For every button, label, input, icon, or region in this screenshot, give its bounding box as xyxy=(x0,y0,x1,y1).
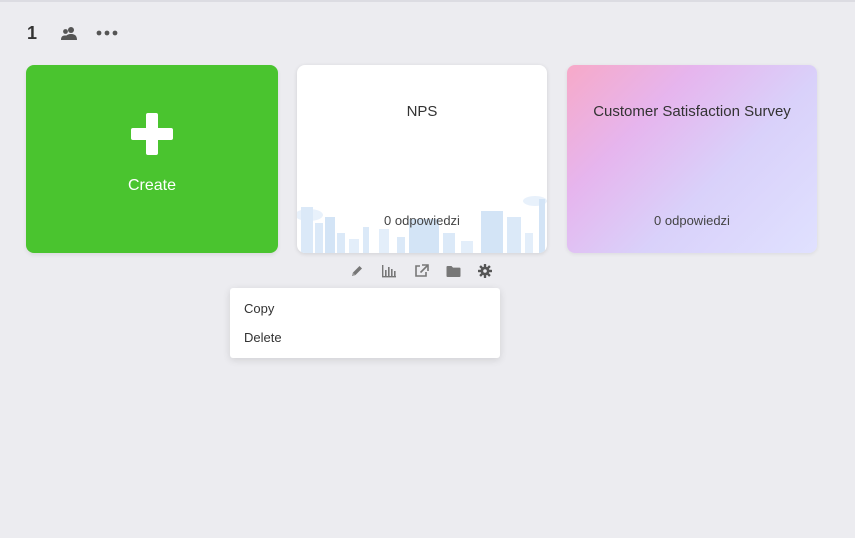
folder-icon[interactable] xyxy=(441,261,465,281)
survey-card-customer-satisfaction[interactable]: Customer Satisfaction Survey 0 odpowiedz… xyxy=(567,65,817,253)
create-card[interactable]: Create xyxy=(26,65,278,253)
survey-card-nps[interactable]: NPS 0 odpowiedzi xyxy=(297,65,547,253)
plus-icon xyxy=(131,113,173,155)
card-actions xyxy=(345,261,505,281)
card-title: NPS xyxy=(406,103,438,120)
response-count: 0 odpowiedzi xyxy=(384,213,460,228)
more-horizontal-icon[interactable] xyxy=(92,18,122,48)
top-border xyxy=(0,0,855,2)
response-count: 0 odpowiedzi xyxy=(654,213,730,228)
external-link-icon[interactable] xyxy=(409,261,433,281)
users-icon[interactable] xyxy=(54,18,84,48)
page-number[interactable]: 1 xyxy=(18,19,46,47)
menu-item-copy[interactable]: Copy xyxy=(244,301,274,316)
menu-item-delete[interactable]: Delete xyxy=(244,330,282,345)
gear-icon[interactable] xyxy=(473,261,497,281)
toolbar: 1 xyxy=(18,18,122,48)
pencil-icon[interactable] xyxy=(345,261,369,281)
create-label: Create xyxy=(127,177,177,194)
card-title: Customer Satisfaction Survey xyxy=(593,103,791,120)
bar-chart-icon[interactable] xyxy=(377,261,401,281)
context-menu: Copy Delete xyxy=(230,288,500,358)
